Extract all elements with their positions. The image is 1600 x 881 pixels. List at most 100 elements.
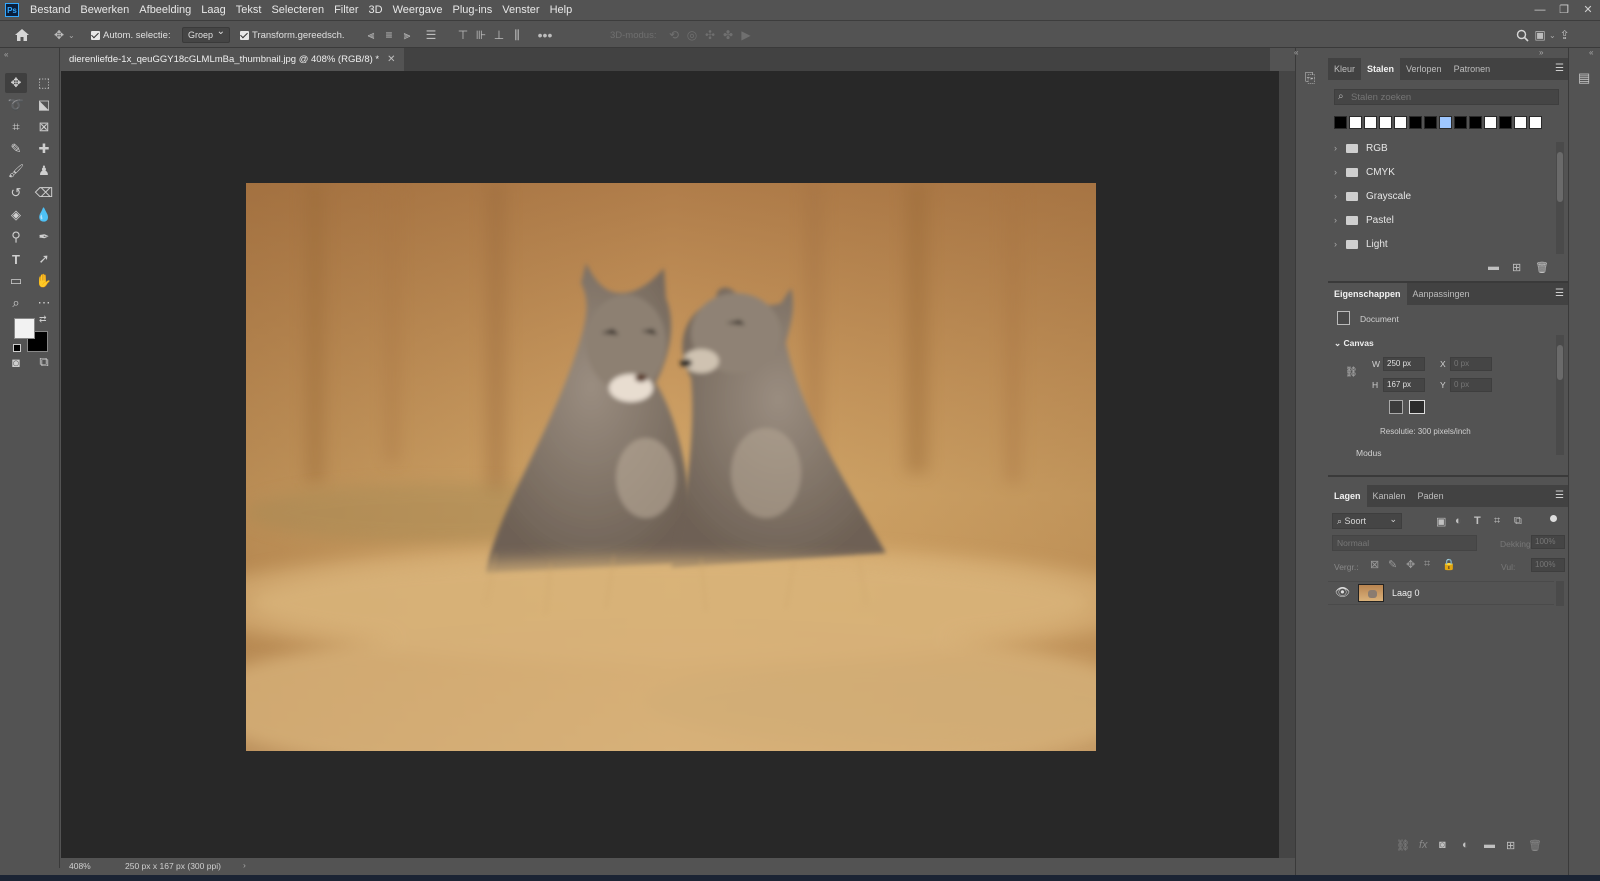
swatches-search-input[interactable] xyxy=(1351,91,1551,103)
menu-bewerken[interactable]: Bewerken xyxy=(75,0,134,20)
panel-menu-icon[interactable]: ☰ xyxy=(1555,490,1564,501)
collapse-dock-icon[interactable]: « xyxy=(1294,48,1298,57)
align-right-icon[interactable]: ⫸ xyxy=(398,26,416,44)
menu-laag[interactable]: Laag xyxy=(196,0,230,20)
color-swatch[interactable] xyxy=(1514,116,1527,129)
pan-3d-icon[interactable]: ✣ xyxy=(701,26,719,44)
x-input[interactable]: 0 px xyxy=(1450,357,1492,371)
hand-tool-icon[interactable]: ✋ xyxy=(33,271,55,291)
color-swatch[interactable] xyxy=(1469,116,1482,129)
eyedropper-tool-icon[interactable]: ✎ xyxy=(5,139,27,159)
libraries-panel-icon[interactable]: ▤ xyxy=(1578,70,1590,86)
blur-tool-icon[interactable]: 💧 xyxy=(33,205,55,225)
color-swatch[interactable] xyxy=(1454,116,1467,129)
chevron-down-icon[interactable]: ⌄ xyxy=(1549,31,1556,40)
tab-stalen[interactable]: Stalen xyxy=(1361,58,1401,80)
crop-tool-icon[interactable]: ⌗ xyxy=(5,117,27,137)
close-tab-icon[interactable]: ✕ xyxy=(387,54,395,65)
link-layers-icon[interactable]: ⛓ xyxy=(1396,839,1410,852)
swatch-group-grayscale[interactable]: › Grayscale xyxy=(1334,186,1411,206)
move-tool-icon[interactable]: ✥ xyxy=(5,73,27,93)
color-swatch[interactable] xyxy=(1499,116,1512,129)
document-image[interactable] xyxy=(246,183,1096,751)
tab-paden[interactable]: Paden xyxy=(1412,485,1450,507)
align-middle-icon[interactable]: ⊪ xyxy=(472,26,490,44)
collapse-right-dock-icon[interactable]: « xyxy=(1589,48,1593,57)
swap-colors-icon[interactable]: ⇄ xyxy=(39,314,47,325)
width-input[interactable]: 250 px xyxy=(1383,357,1425,371)
menu-weergave[interactable]: Weergave xyxy=(388,0,448,20)
color-swatch[interactable] xyxy=(1484,116,1497,129)
paint-bucket-tool-icon[interactable]: ◈ xyxy=(5,205,27,225)
menu-venster[interactable]: Venster xyxy=(497,0,544,20)
layer-style-fx-icon[interactable]: fx xyxy=(1419,839,1428,851)
brush-tool-icon[interactable]: 🖌 xyxy=(5,161,27,181)
home-button[interactable] xyxy=(14,21,30,49)
color-swatch[interactable] xyxy=(1364,116,1377,129)
add-mask-icon[interactable]: ◙ xyxy=(1439,839,1446,851)
menu-afbeelding[interactable]: Afbeelding xyxy=(134,0,196,20)
color-swatch[interactable] xyxy=(1424,116,1437,129)
link-dimensions-icon[interactable]: ⛓ xyxy=(1345,367,1358,378)
y-input[interactable]: 0 px xyxy=(1450,378,1492,392)
align-left-icon[interactable]: ⫷ xyxy=(362,26,380,44)
filter-toggle-icon[interactable] xyxy=(1550,515,1557,522)
object-select-tool-icon[interactable]: ⬕ xyxy=(33,95,55,115)
healing-brush-tool-icon[interactable]: ✚ xyxy=(33,139,55,159)
collapse-toolbar-icon[interactable]: « xyxy=(4,50,8,59)
layers-scrollbar[interactable] xyxy=(1556,581,1564,606)
roll-3d-icon[interactable]: ◎ xyxy=(683,26,701,44)
quick-mask-icon[interactable]: ◙ xyxy=(5,352,27,372)
menu-help[interactable]: Help xyxy=(545,0,578,20)
dodge-tool-icon[interactable]: ⚲ xyxy=(5,227,27,247)
menu-3d[interactable]: 3D xyxy=(364,0,388,20)
zoom-level[interactable]: 408% xyxy=(69,861,91,871)
filter-shape-icon[interactable]: ⌗ xyxy=(1494,515,1500,528)
filter-smartobject-icon[interactable]: ⧉ xyxy=(1514,515,1522,528)
screen-mode-icon[interactable]: ⧉ xyxy=(33,352,55,372)
more-options-icon[interactable]: ••• xyxy=(536,26,554,44)
delete-swatch-icon[interactable]: 🗑 xyxy=(1535,261,1549,274)
color-swatch[interactable] xyxy=(1529,116,1542,129)
transform-controls-checkbox[interactable]: Transform.gereedsch. xyxy=(240,21,345,49)
color-swatch[interactable] xyxy=(1334,116,1347,129)
type-tool-icon[interactable]: T xyxy=(5,249,27,269)
zoom-tool-icon[interactable]: ⌕ xyxy=(5,293,27,313)
color-swatch[interactable] xyxy=(1394,116,1407,129)
canvas-section-header[interactable]: ⌄ Canvas xyxy=(1334,338,1374,349)
pen-tool-icon[interactable]: ✒ xyxy=(33,227,55,247)
filter-type-icon[interactable]: T xyxy=(1474,515,1481,527)
frame-tool-icon[interactable]: ⊠ xyxy=(33,117,55,137)
slide-3d-icon[interactable]: ✤ xyxy=(719,26,737,44)
menu-bestand[interactable]: Bestand xyxy=(25,0,75,20)
expand-dock-icon[interactable]: » xyxy=(1539,48,1543,57)
tab-kleur[interactable]: Kleur xyxy=(1328,58,1361,80)
auto-select-dropdown[interactable]: Groep xyxy=(182,21,231,49)
distribute-icon[interactable]: ☰ xyxy=(422,26,440,44)
new-swatch-icon[interactable]: ⊞ xyxy=(1512,261,1521,274)
menu-tekst[interactable]: Tekst xyxy=(231,0,267,20)
layer-filter-dropdown[interactable]: ⌕ Soort ⌄ xyxy=(1332,513,1402,529)
layer-row[interactable]: 👁 Laag 0 xyxy=(1328,581,1554,605)
lock-transparent-icon[interactable]: ⊠ xyxy=(1370,558,1379,571)
opacity-input[interactable]: 100% xyxy=(1531,535,1565,549)
new-group-folder-icon[interactable]: ▬ xyxy=(1484,839,1495,851)
lasso-tool-icon[interactable]: ➰ xyxy=(5,95,27,115)
lock-position-icon[interactable]: ✥ xyxy=(1406,558,1415,571)
lock-artboard-icon[interactable]: ⌗ xyxy=(1424,558,1430,571)
panel-menu-icon[interactable]: ☰ xyxy=(1555,63,1564,74)
height-input[interactable]: 167 px xyxy=(1383,378,1425,392)
orbit-3d-icon[interactable]: ⟲ xyxy=(665,26,683,44)
menu-selecteren[interactable]: Selecteren xyxy=(266,0,329,20)
color-swatch[interactable] xyxy=(1349,116,1362,129)
landscape-orientation-icon[interactable] xyxy=(1409,400,1425,414)
swatches-scrollbar[interactable] xyxy=(1556,142,1564,254)
foreground-color-swatch[interactable] xyxy=(14,318,35,339)
minimize-icon[interactable]: — xyxy=(1528,0,1552,20)
new-group-folder-icon[interactable]: ▬ xyxy=(1488,261,1499,273)
distribute-vertical-icon[interactable]: ⫼ xyxy=(508,26,526,44)
fill-input[interactable]: 100% xyxy=(1531,558,1565,572)
color-swatch[interactable] xyxy=(1439,116,1452,129)
portrait-orientation-icon[interactable] xyxy=(1389,400,1403,414)
more-tools-icon[interactable]: ⋯ xyxy=(33,293,55,313)
